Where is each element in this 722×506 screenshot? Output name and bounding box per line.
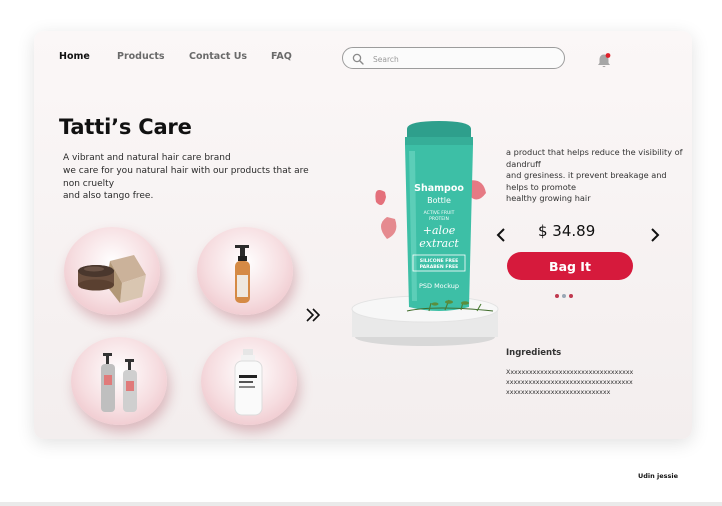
chevron-right-icon[interactable] xyxy=(648,226,662,244)
carousel-dots xyxy=(555,294,573,298)
bottle-sub-line: ACTIVE FRUIT xyxy=(424,210,455,216)
nav-faq[interactable]: FAQ xyxy=(271,51,292,62)
nav-home[interactable]: Home xyxy=(59,51,90,62)
bottle-plus-line: extract xyxy=(419,237,459,250)
bottle-plus-line: +aloe xyxy=(423,224,456,237)
double-chevron-right-icon[interactable] xyxy=(304,306,322,324)
bottle-brand: Shampoo xyxy=(414,183,464,194)
ingredients-title: Ingredients xyxy=(506,348,562,358)
brand-description-line: we care for you natural hair with our pr… xyxy=(63,165,309,176)
author-credit: Udin jessie xyxy=(638,472,679,480)
featured-product-image: Shampoo Bottle ACTIVE FRUIT PROTEIN +alo… xyxy=(351,121,499,346)
nav-products[interactable]: Products xyxy=(117,51,165,62)
twin-pump-bottles-icon xyxy=(101,353,137,412)
bell-icon[interactable] xyxy=(595,52,613,70)
product-thumb-pump-bottle[interactable] xyxy=(197,227,293,315)
bottom-divider xyxy=(0,502,722,506)
bottle-footer: PSD Mockup xyxy=(419,282,459,290)
brand-title: Tatti’s Care xyxy=(59,115,192,139)
cosmetic-jar-box-icon xyxy=(78,255,146,303)
product-thumb-twin-bottles[interactable] xyxy=(71,337,167,425)
search-input[interactable] xyxy=(371,51,560,67)
bottle-brand-sub: Bottle xyxy=(427,196,451,205)
white-lotion-bottle-icon xyxy=(234,349,263,416)
search-icon xyxy=(352,53,364,65)
bottle-badge-line: PARABEN FREE xyxy=(420,264,459,270)
carousel-dot[interactable] xyxy=(555,294,559,298)
petal-icon xyxy=(375,189,386,206)
product-description: a product that helps reduce the visibili… xyxy=(506,147,684,205)
bottle-sub-line: PROTEIN xyxy=(429,216,449,222)
brand-description: A vibrant and natural hair care brand we… xyxy=(63,152,333,203)
notification-badge xyxy=(605,53,611,58)
product-thumb-lotion[interactable] xyxy=(201,337,297,425)
ingredients-text: Xxxxxxxxxxxxxxxxxxxxxxxxxxxxxxxxxxxxxxxx… xyxy=(506,369,634,396)
product-thumb-jar[interactable] xyxy=(64,227,160,315)
chevron-left-icon[interactable] xyxy=(494,226,508,244)
product-description-line: healthy growing hair xyxy=(506,193,591,204)
product-description-line: a product that helps reduce the visibili… xyxy=(506,147,683,169)
brand-description-line: A vibrant and natural hair care brand xyxy=(63,153,231,163)
product-description-line: and gresiness. it prevent breakage and h… xyxy=(506,170,667,192)
brand-description-line: and also tango free. xyxy=(63,191,154,202)
search-bar[interactable] xyxy=(342,47,565,69)
product-price: $ 34.89 xyxy=(538,222,596,240)
amber-pump-bottle-icon xyxy=(235,245,250,303)
carousel-dot[interactable] xyxy=(562,294,566,298)
bag-it-button[interactable]: Bag It xyxy=(507,252,633,280)
bottle-badge-line: SILICONE FREE xyxy=(420,258,458,264)
brand-description-line: non cruelty xyxy=(63,178,115,189)
nav-contact-us[interactable]: Contact Us xyxy=(189,51,247,62)
petal-icon xyxy=(381,217,397,239)
carousel-dot[interactable] xyxy=(569,294,573,298)
